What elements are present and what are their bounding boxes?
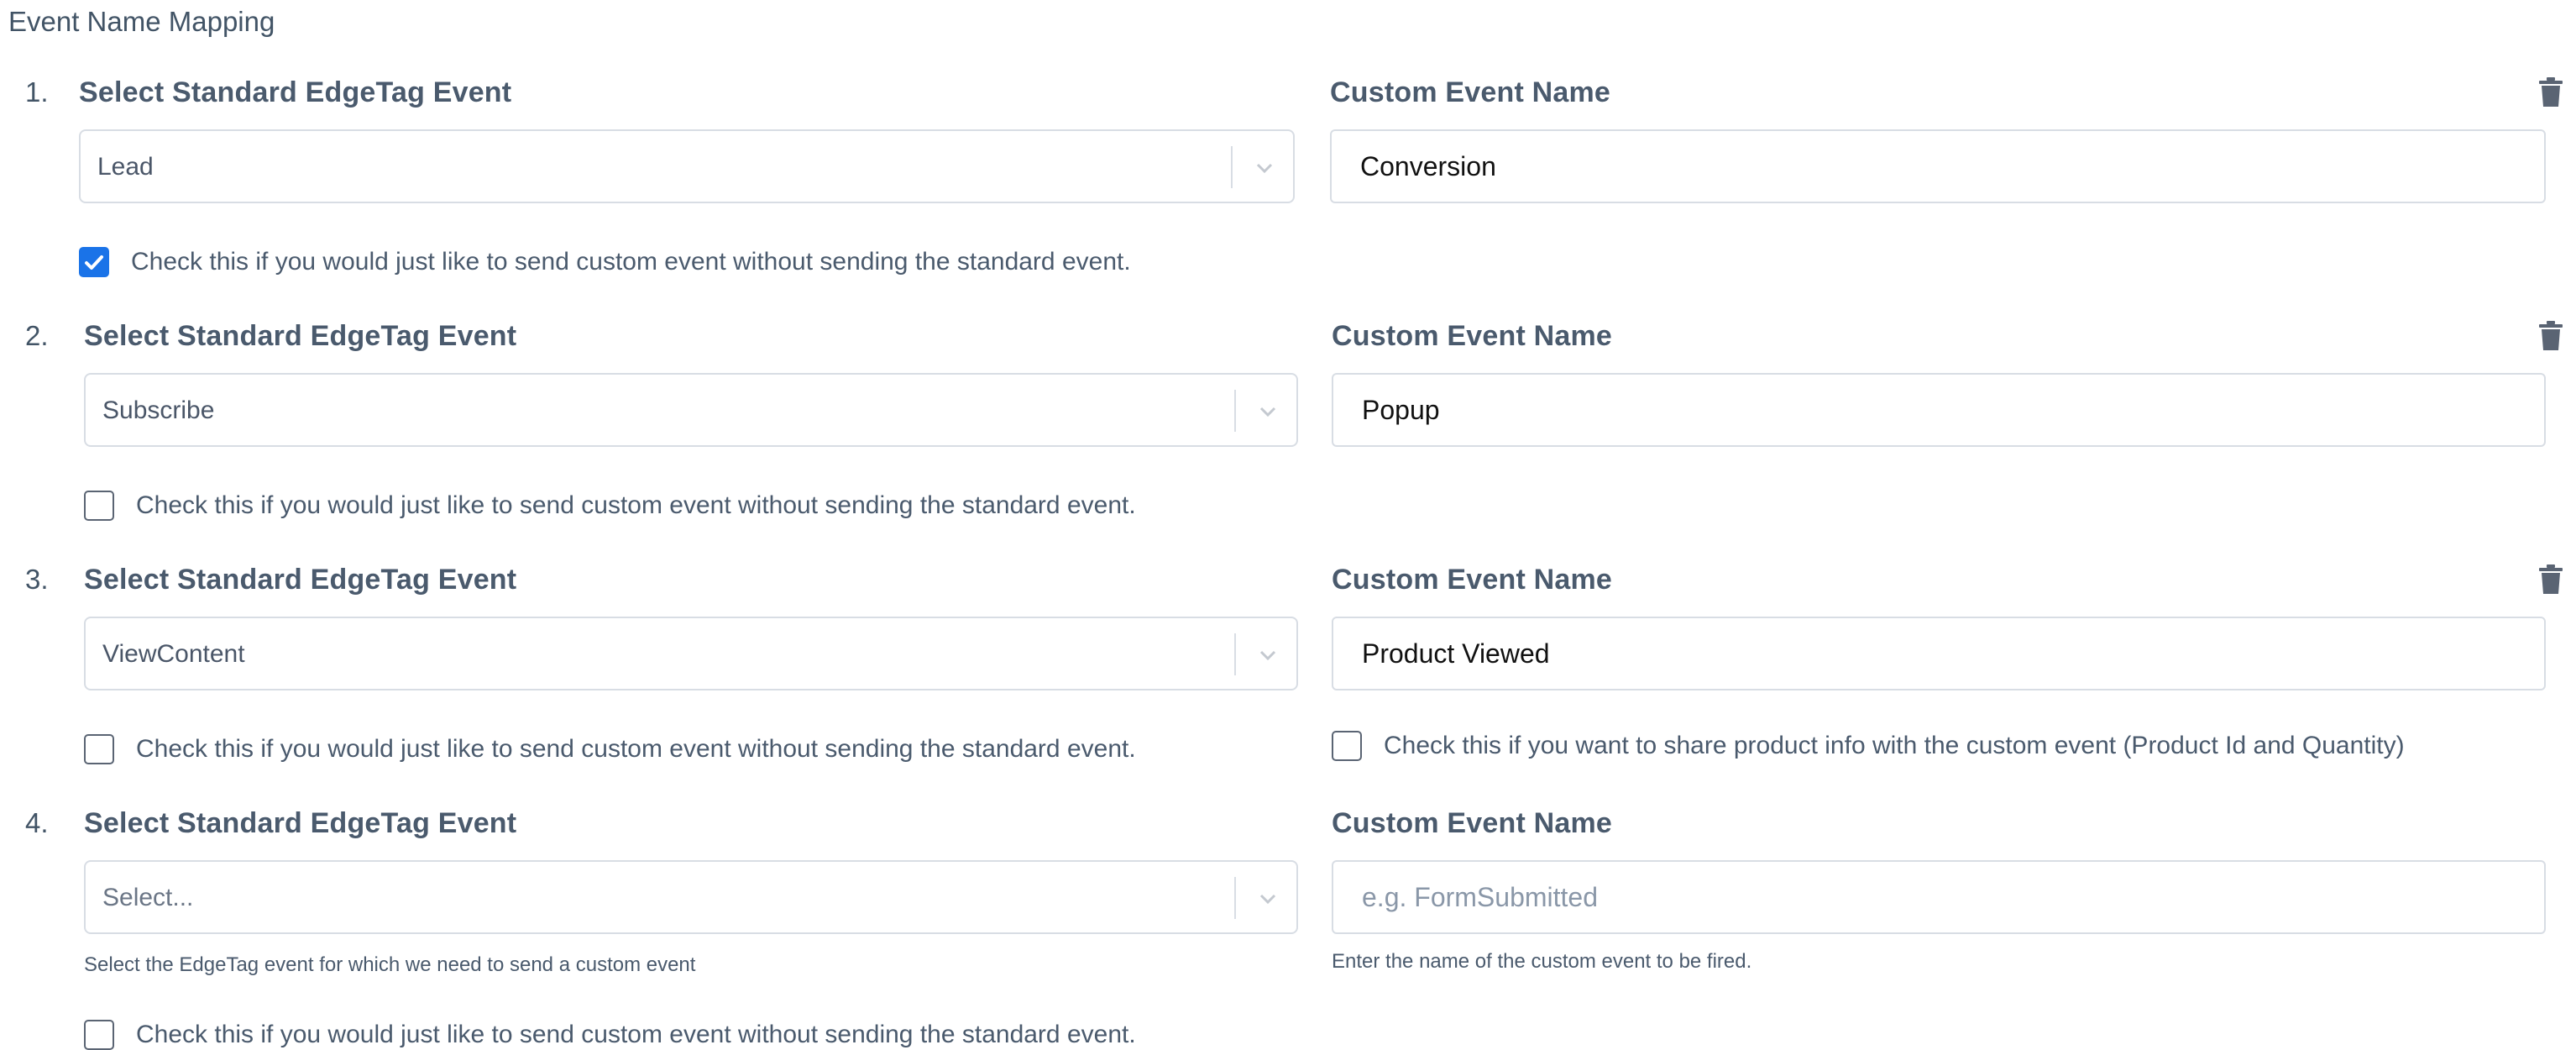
standard-event-select[interactable]: Select...	[84, 860, 1298, 934]
custom-event-label: Custom Event Name	[1330, 76, 1611, 108]
standard-event-label: Select Standard EdgeTag Event	[79, 76, 512, 108]
trash-icon[interactable]	[2537, 77, 2564, 108]
chevron-down-icon[interactable]	[1248, 151, 1281, 185]
custom-event-input[interactable]: e.g. FormSubmitted	[1332, 860, 2546, 934]
standard-event-label: Select Standard EdgeTag Event	[84, 320, 517, 352]
select-value: ViewContent	[102, 640, 245, 668]
mapping-number: 2.	[25, 320, 49, 351]
send-custom-only-checkbox[interactable]	[84, 491, 114, 521]
mapping-number: 4.	[25, 807, 49, 838]
custom-event-label: Custom Event Name	[1332, 564, 1613, 596]
event-name-mapping-page: Event Name Mapping 1. Select Standard Ed…	[0, 0, 2576, 1050]
send-custom-only-checkbox[interactable]	[79, 247, 109, 277]
share-product-info-label: Check this if you want to share product …	[1384, 732, 2405, 759]
custom-event-label: Custom Event Name	[1332, 320, 1613, 352]
select-value: Subscribe	[102, 396, 215, 424]
send-custom-only-checkbox[interactable]	[84, 734, 114, 764]
custom-event-help-text: Enter the name of the custom event to be…	[1332, 950, 1752, 973]
section-title: Event Name Mapping	[8, 6, 275, 37]
standard-event-label: Select Standard EdgeTag Event	[84, 564, 517, 596]
send-custom-only-checkbox[interactable]	[84, 1020, 114, 1050]
trash-icon[interactable]	[2537, 321, 2564, 351]
chevron-down-icon[interactable]	[1251, 395, 1285, 428]
standard-event-select[interactable]: Lead	[79, 129, 1295, 203]
standard-event-select[interactable]: ViewContent	[84, 617, 1298, 690]
select-separator	[1234, 633, 1236, 675]
custom-event-input[interactable]: Conversion	[1330, 129, 2546, 203]
send-custom-only-label: Check this if you would just like to sen…	[136, 735, 1136, 763]
mapping-number: 1.	[25, 76, 49, 108]
select-separator	[1231, 146, 1233, 188]
share-product-info-checkbox[interactable]	[1332, 731, 1362, 761]
send-custom-only-label: Check this if you would just like to sen…	[136, 491, 1136, 519]
select-placeholder: Select...	[102, 884, 194, 911]
trash-icon[interactable]	[2537, 564, 2564, 595]
send-custom-only-label: Check this if you would just like to sen…	[136, 1021, 1136, 1048]
select-value: Lead	[97, 153, 154, 181]
select-separator	[1234, 390, 1236, 432]
custom-event-value: Product Viewed	[1362, 638, 1550, 669]
custom-event-input[interactable]: Popup	[1332, 373, 2546, 447]
custom-event-value: Conversion	[1360, 151, 1496, 181]
select-help-text: Select the EdgeTag event for which we ne…	[84, 953, 696, 976]
select-separator	[1234, 877, 1236, 919]
standard-event-label: Select Standard EdgeTag Event	[84, 807, 517, 839]
send-custom-only-label: Check this if you would just like to sen…	[131, 248, 1131, 276]
chevron-down-icon[interactable]	[1251, 882, 1285, 916]
custom-event-label: Custom Event Name	[1332, 807, 1613, 839]
custom-event-placeholder: e.g. FormSubmitted	[1362, 882, 1598, 912]
standard-event-select[interactable]: Subscribe	[84, 373, 1298, 447]
custom-event-value: Popup	[1362, 395, 1440, 425]
chevron-down-icon[interactable]	[1251, 638, 1285, 672]
checkmark-icon	[85, 255, 103, 270]
mapping-number: 3.	[25, 564, 49, 595]
custom-event-input[interactable]: Product Viewed	[1332, 617, 2546, 690]
